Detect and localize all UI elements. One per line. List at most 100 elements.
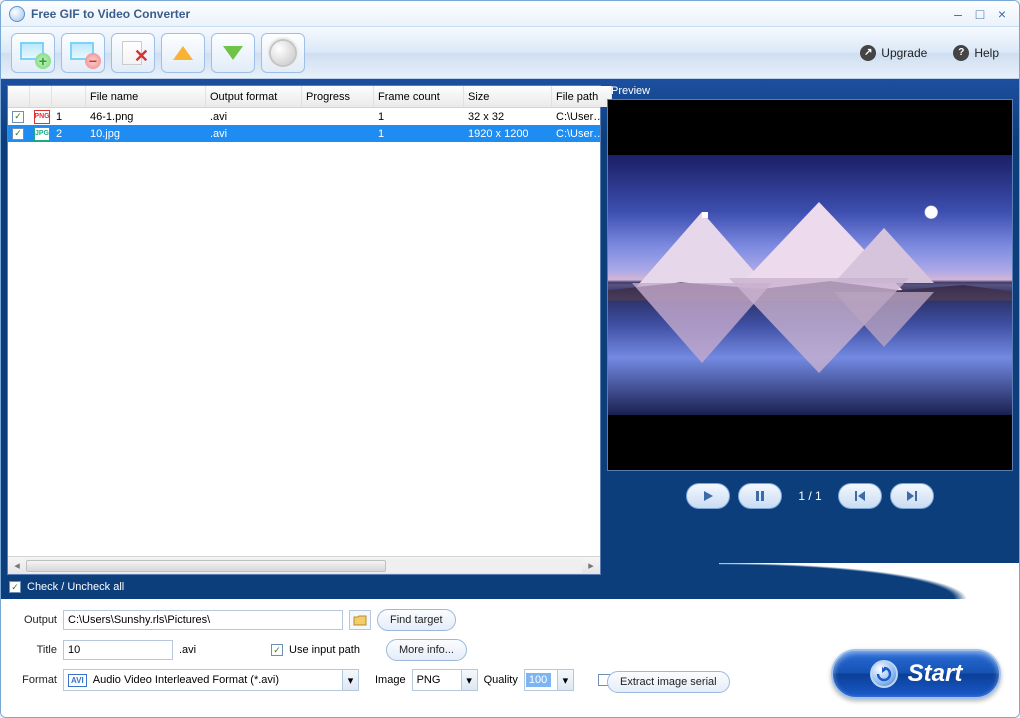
file-list-header: File name Output format Progress Frame c…	[8, 86, 600, 108]
image-value: PNG	[417, 674, 455, 686]
move-up-button[interactable]	[161, 33, 205, 73]
title-extension: .avi	[179, 644, 209, 656]
scroll-right-icon[interactable]: ▸	[582, 559, 600, 572]
prev-icon	[854, 490, 866, 502]
preview-controls: 1 / 1	[607, 471, 1013, 509]
scroll-thumb[interactable]	[26, 560, 386, 572]
add-file-button[interactable]: +	[11, 33, 55, 73]
upgrade-button[interactable]: ↗ Upgrade	[850, 42, 937, 64]
row-checkbox[interactable]: ✓	[12, 111, 24, 123]
start-button[interactable]: Start	[831, 649, 1001, 699]
play-button[interactable]	[686, 483, 730, 509]
chevron-down-icon: ▾	[557, 670, 573, 690]
prev-frame-button[interactable]	[838, 483, 882, 509]
scroll-left-icon[interactable]: ◂	[8, 559, 26, 572]
preview-panel: Preview 1 / 1	[607, 85, 1013, 593]
add-file-icon: +	[19, 41, 47, 65]
move-down-button[interactable]	[211, 33, 255, 73]
format-label: Format	[13, 674, 57, 686]
arrow-down-icon	[219, 41, 247, 65]
clear-list-icon: ✕	[119, 41, 147, 65]
next-icon	[906, 490, 918, 502]
close-button[interactable]: ×	[991, 6, 1013, 22]
main-area: File name Output format Progress Frame c…	[1, 79, 1019, 599]
remove-file-button[interactable]: −	[61, 33, 105, 73]
file-type-icon: JPG	[34, 127, 50, 141]
gear-icon	[269, 41, 297, 65]
file-list-body: ✓PNG146-1.png.avi132 x 32C:\Users\S✓JPG2…	[8, 108, 600, 556]
chevron-down-icon: ▾	[461, 670, 477, 690]
window-title: Free GIF to Video Converter	[31, 7, 190, 21]
quality-label: Quality	[484, 674, 518, 686]
app-window: Free GIF to Video Converter – □ × + − ✕	[0, 0, 1020, 718]
row-index: 1	[52, 111, 86, 123]
row-size: 1920 x 1200	[464, 128, 552, 140]
more-info-label: More info...	[399, 644, 454, 656]
col-size[interactable]: Size	[464, 86, 552, 107]
pause-icon	[754, 490, 766, 502]
minimize-button[interactable]: –	[947, 6, 969, 22]
row-framecount: 1	[374, 111, 464, 123]
find-target-button[interactable]: Find target	[377, 609, 456, 631]
remove-file-icon: −	[69, 41, 97, 65]
row-filepath: C:\Users\S	[552, 111, 600, 123]
row-filename: 10.jpg	[86, 128, 206, 140]
bottom-panel: Output Find target Title .avi ✓ Use inpu…	[1, 599, 1019, 717]
output-label: Output	[13, 614, 57, 626]
scroll-track[interactable]	[26, 559, 582, 573]
toolbar: + − ✕ ↗	[1, 27, 1019, 79]
row-format: .avi	[206, 111, 302, 123]
table-row[interactable]: ✓PNG146-1.png.avi132 x 32C:\Users\S	[8, 108, 600, 125]
row-checkbox[interactable]: ✓	[12, 128, 24, 140]
horizontal-scrollbar[interactable]: ◂ ▸	[8, 556, 600, 574]
extract-image-serial-button[interactable]: Extract image serial	[607, 671, 730, 693]
find-target-label: Find target	[390, 614, 443, 626]
settings-button[interactable]	[261, 33, 305, 73]
use-input-path-label: Use input path	[289, 644, 360, 656]
title-input[interactable]	[63, 640, 173, 660]
start-label: Start	[908, 660, 963, 688]
preview-image	[608, 155, 1012, 415]
folder-icon	[353, 614, 367, 626]
quality-combo[interactable]: 100 ▾	[524, 669, 574, 691]
upgrade-icon: ↗	[860, 45, 876, 61]
more-info-button[interactable]: More info...	[386, 639, 467, 661]
clear-list-button[interactable]: ✕	[111, 33, 155, 73]
file-type-icon: PNG	[34, 110, 50, 124]
output-path-input[interactable]	[63, 610, 343, 630]
col-progress[interactable]: Progress	[302, 86, 374, 107]
help-label: Help	[974, 46, 999, 60]
col-filename[interactable]: File name	[86, 86, 206, 107]
extract-image-serial-label: Extract image serial	[620, 676, 717, 688]
col-format[interactable]: Output format	[206, 86, 302, 107]
check-all-row: ✓ Check / Uncheck all	[7, 575, 601, 593]
title-label: Title	[13, 644, 57, 656]
upgrade-label: Upgrade	[881, 46, 927, 60]
table-row[interactable]: ✓JPG210.jpg.avi11920 x 1200C:\Users\S	[8, 125, 600, 142]
preview-label: Preview	[607, 85, 1013, 99]
col-index[interactable]	[52, 86, 86, 107]
row-format: .avi	[206, 128, 302, 140]
image-combo[interactable]: PNG ▾	[412, 669, 478, 691]
col-filepath[interactable]: File path	[552, 86, 612, 107]
help-button[interactable]: ? Help	[943, 42, 1009, 64]
next-frame-button[interactable]	[890, 483, 934, 509]
col-framecount[interactable]: Frame count	[374, 86, 464, 107]
maximize-button[interactable]: □	[969, 6, 991, 22]
pause-button[interactable]	[738, 483, 782, 509]
titlebar: Free GIF to Video Converter – □ ×	[1, 1, 1019, 27]
image-label: Image	[375, 674, 406, 686]
format-badge-icon: AVI	[68, 674, 87, 687]
browse-output-button[interactable]	[349, 610, 371, 630]
quality-value: 100	[526, 673, 551, 687]
frame-counter: 1 / 1	[790, 489, 829, 503]
row-index: 2	[52, 128, 86, 140]
play-icon	[702, 490, 714, 502]
format-combo[interactable]: AVI Audio Video Interleaved Format (*.av…	[63, 669, 359, 691]
use-input-path-checkbox[interactable]: ✓	[271, 644, 283, 656]
col-check[interactable]	[8, 86, 30, 107]
file-list: File name Output format Progress Frame c…	[7, 85, 601, 575]
check-all-label: Check / Uncheck all	[27, 581, 124, 593]
col-icon[interactable]	[30, 86, 52, 107]
check-all-checkbox[interactable]: ✓	[9, 581, 21, 593]
